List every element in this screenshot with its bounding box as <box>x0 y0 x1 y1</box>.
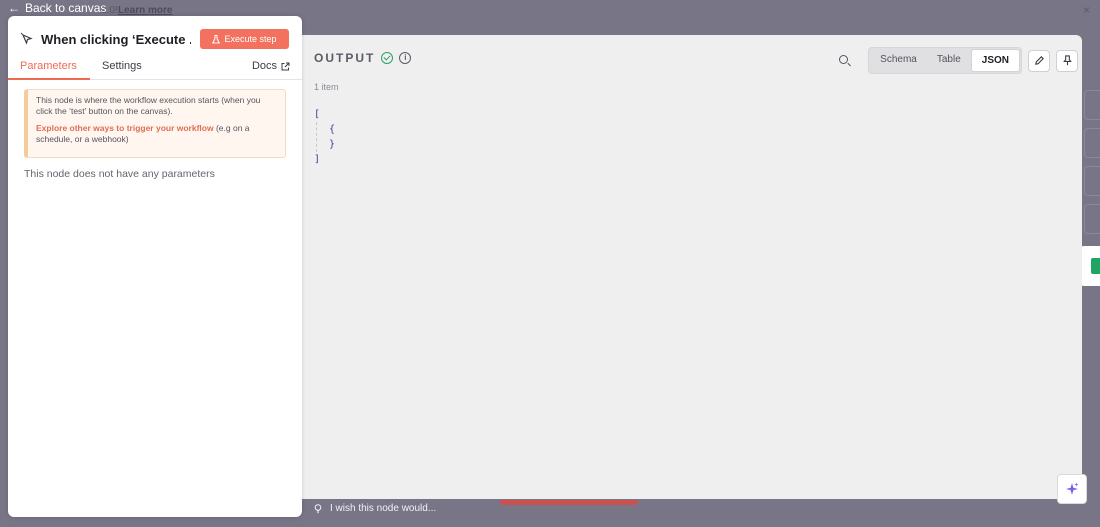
view-mode-json[interactable]: JSON <box>970 49 1020 72</box>
json-line: { <box>329 124 336 135</box>
canvas-node-edge <box>1084 204 1100 234</box>
ai-assistant-button[interactable] <box>1057 474 1087 504</box>
node-title[interactable]: When clicking ‘Execute ... <box>41 32 191 47</box>
pencil-icon <box>1034 56 1044 65</box>
view-mode-switch: Schema Table JSON <box>868 47 1022 74</box>
pin-data-button[interactable] <box>1056 49 1078 72</box>
node-settings-panel: When clicking ‘Execute ... Execute step … <box>8 16 302 517</box>
notice-explore: Explore other ways to trigger your workf… <box>36 123 277 145</box>
flask-icon <box>212 34 221 43</box>
wish-text: I wish this node would... <box>330 503 437 514</box>
back-label: Back to canvas <box>25 1 107 15</box>
item-count: 1 item <box>314 82 339 92</box>
canvas-node-edge <box>1084 128 1100 158</box>
docs-label: Docs <box>251 60 277 72</box>
canvas-node-edge <box>1084 166 1100 196</box>
trigger-notice: This node is where the workflow executio… <box>24 89 286 158</box>
sheets-node-chip <box>1080 246 1100 286</box>
sheets-icon <box>1091 258 1100 274</box>
arrow-left-icon: ← <box>8 1 20 15</box>
json-viewer: [ { } ] <box>314 107 335 167</box>
docs-link[interactable]: Docs <box>252 60 290 72</box>
json-line: ] <box>314 154 321 165</box>
external-link-icon <box>281 62 290 70</box>
tab-settings[interactable]: Settings <box>102 60 142 72</box>
wish-feedback[interactable]: I wish this node would... <box>314 503 436 514</box>
close-icon[interactable]: × <box>1083 3 1090 17</box>
json-object: { } <box>316 122 335 152</box>
output-toolbar: Schema Table JSON <box>834 47 1078 74</box>
output-header: OUTPUT i <box>314 51 412 65</box>
lightbulb-icon <box>314 503 322 513</box>
success-check-icon <box>381 52 394 64</box>
notice-text: This node is where the workflow executio… <box>36 95 261 116</box>
edit-output-button[interactable] <box>1028 49 1050 72</box>
canvas-red-bar <box>500 500 638 505</box>
json-line: [ <box>314 109 321 120</box>
output-title: OUTPUT <box>314 51 376 65</box>
active-tab-indicator <box>8 78 90 80</box>
execute-step-label: Execute step <box>224 34 277 44</box>
output-pane: OUTPUT i 1 item [ { } ] Schema Table JSO… <box>300 35 1082 499</box>
explore-triggers-link[interactable]: Explore other ways to trigger your workf… <box>36 123 214 133</box>
sparkle-icon <box>1066 482 1079 495</box>
back-to-canvas-link[interactable]: ← Back to canvas <box>8 1 106 15</box>
execute-step-button[interactable]: Execute step <box>200 29 289 49</box>
info-icon[interactable]: i <box>399 52 412 64</box>
canvas-node-edge <box>1084 90 1100 120</box>
no-parameters-text: This node does not have any parameters <box>24 168 215 180</box>
search-icon[interactable] <box>834 50 856 72</box>
view-mode-schema[interactable]: Schema <box>870 49 927 72</box>
json-line: } <box>329 139 336 150</box>
learn-more-link[interactable]: Learn more <box>118 5 172 16</box>
tab-parameters[interactable]: Parameters <box>20 60 77 72</box>
pin-icon <box>1062 55 1072 66</box>
cursor-click-icon <box>20 32 33 45</box>
view-mode-table[interactable]: Table <box>927 49 971 72</box>
panel-tabs: Parameters Settings Docs <box>8 56 302 80</box>
